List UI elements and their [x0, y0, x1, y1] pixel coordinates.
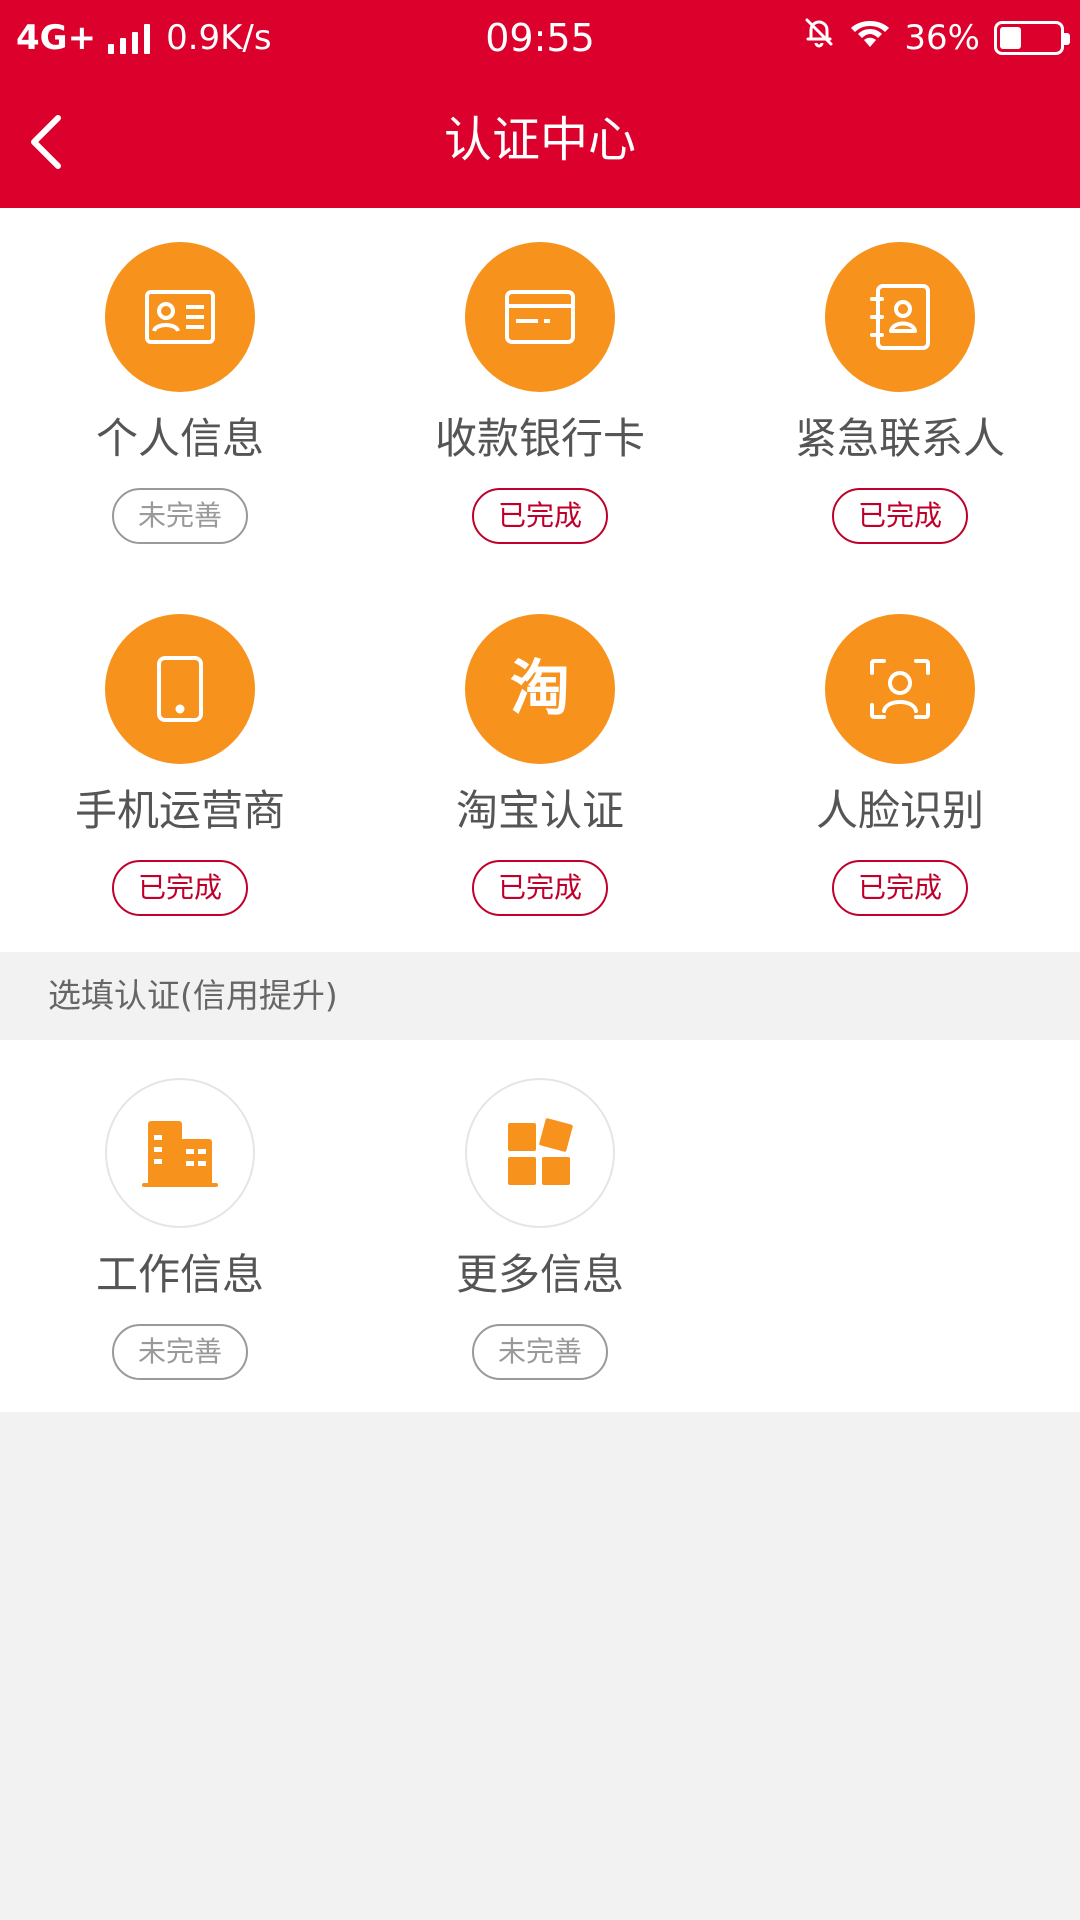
- id-card-icon: [105, 242, 255, 392]
- battery-fill: [1000, 27, 1021, 49]
- auth-item-face-recognition[interactable]: 人脸识别 已完成: [720, 614, 1080, 934]
- mobile-phone-icon: [105, 614, 255, 764]
- battery-percent: 36%: [904, 18, 980, 58]
- auth-item-label: 个人信息: [95, 414, 264, 463]
- status-badge: 已完成: [472, 488, 608, 544]
- status-badge: 已完成: [472, 860, 608, 916]
- auth-item-label: 人脸识别: [815, 786, 984, 835]
- contact-book-icon: [825, 242, 975, 392]
- auth-item-emergency-contact[interactable]: 紧急联系人 已完成: [720, 242, 1080, 562]
- building-icon: [105, 1078, 255, 1228]
- taobao-icon: 淘: [465, 614, 615, 764]
- auth-item-label: 更多信息: [455, 1250, 624, 1299]
- auth-item-label: 淘宝认证: [455, 786, 624, 835]
- status-badge: 未完善: [472, 1324, 608, 1380]
- optional-auth-section: 工作信息 未完善 更多信息 未完善: [0, 1040, 1080, 1412]
- auth-item-mobile-carrier[interactable]: 手机运营商 已完成: [0, 614, 360, 934]
- mute-bell-icon: [802, 14, 836, 62]
- auth-item-taobao[interactable]: 淘 淘宝认证 已完成: [360, 614, 720, 934]
- status-badge: 已完成: [112, 860, 248, 916]
- face-scan-icon: [825, 614, 975, 764]
- taobao-glyph: 淘: [510, 654, 570, 724]
- auth-item-label: 收款银行卡: [434, 414, 645, 463]
- auth-item-personal-info[interactable]: 个人信息 未完善: [0, 242, 360, 562]
- status-badge: 未完善: [112, 1324, 248, 1380]
- required-auth-grid: 个人信息 未完善 收款银行卡 已完成 紧急联系人 已完成 手机运营商 已完成 淘…: [0, 208, 1080, 952]
- auth-item-work-info[interactable]: 工作信息 未完善: [0, 1078, 360, 1398]
- bank-card-icon: [465, 242, 615, 392]
- status-badge: 已完成: [832, 488, 968, 544]
- auth-item-label: 手机运营商: [74, 786, 285, 835]
- app-header: 认证中心: [0, 76, 1080, 208]
- auth-item-label: 工作信息: [95, 1250, 264, 1299]
- optional-auth-grid: 工作信息 未完善 更多信息 未完善: [0, 1040, 1080, 1412]
- page-title: 认证中心: [443, 112, 636, 168]
- blocks-icon: [465, 1078, 615, 1228]
- status-badge: 未完善: [112, 488, 248, 544]
- battery-icon: [994, 21, 1070, 55]
- wifi-icon: [850, 14, 890, 62]
- status-bar: 4G+ 0.9K/s 09:55 36%: [0, 0, 1080, 76]
- status-badge: 已完成: [832, 860, 968, 916]
- auth-item-label: 紧急联系人: [794, 414, 1005, 463]
- auth-item-more-info[interactable]: 更多信息 未完善: [360, 1078, 720, 1398]
- auth-item-bank-card[interactable]: 收款银行卡 已完成: [360, 242, 720, 562]
- required-auth-section: 个人信息 未完善 收款银行卡 已完成 紧急联系人 已完成 手机运营商 已完成 淘…: [0, 208, 1080, 952]
- status-right: 36%: [802, 14, 1070, 62]
- optional-section-title: 选填认证(信用提升): [0, 952, 1080, 1040]
